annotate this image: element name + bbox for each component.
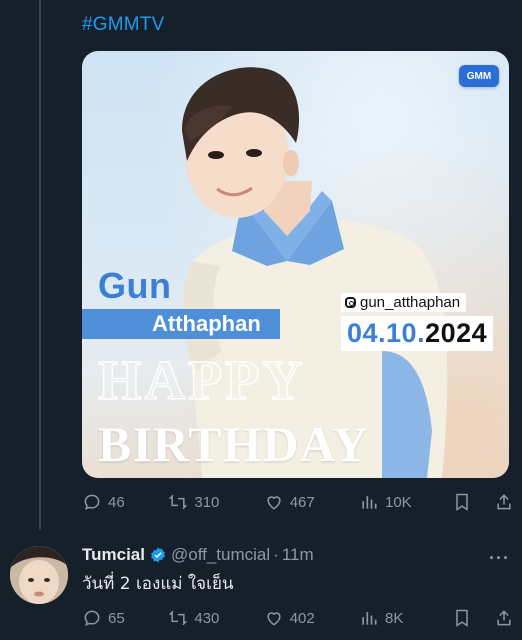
retweet-icon xyxy=(169,610,188,626)
instagram-icon xyxy=(345,297,356,308)
retweet-icon xyxy=(169,494,188,510)
retweet-count: 310 xyxy=(194,493,220,511)
image-date-day-month: 04.10. xyxy=(347,318,426,348)
share-button[interactable] xyxy=(494,492,514,512)
bookmark-button[interactable] xyxy=(452,492,494,512)
image-first-name: Gun xyxy=(98,265,172,306)
reply-timestamp[interactable]: 11m xyxy=(282,545,314,565)
reply-text: วันที่ 2 เองแม่ ใจเย็น xyxy=(82,574,234,594)
reply-views-button[interactable]: 8K xyxy=(359,608,452,628)
bookmark-icon xyxy=(456,609,469,627)
tweet-action-bar: 46 310 467 10K xyxy=(82,490,514,514)
reply-views-count: 8K xyxy=(385,609,404,627)
image-instagram-tag: gun_atthaphan xyxy=(341,293,467,312)
brand-logo: GMM xyxy=(459,65,499,87)
tweet-image[interactable]: GMM Gun Atthaphan gun_atthaphan 04.10.20… xyxy=(82,51,509,478)
reply-bookmark-button[interactable] xyxy=(452,608,494,628)
reply-author-handle[interactable]: @off_tumcial xyxy=(171,545,270,565)
reply-icon xyxy=(84,610,100,626)
views-icon xyxy=(362,612,377,625)
more-icon[interactable]: ··· xyxy=(489,548,510,569)
reply-action-bar: 65 430 402 8K xyxy=(82,606,514,630)
reply-like-count: 402 xyxy=(289,609,315,627)
heart-icon xyxy=(267,612,281,626)
reply-separator: · xyxy=(273,545,279,564)
views-button[interactable]: 10K xyxy=(359,492,452,512)
reply-reply-button[interactable]: 65 xyxy=(82,608,168,628)
image-last-name: Atthaphan xyxy=(152,311,261,336)
share-icon xyxy=(497,494,511,510)
like-count: 467 xyxy=(289,493,315,511)
image-date: 04.10.2024 xyxy=(341,316,494,351)
share-icon xyxy=(497,610,511,626)
reply-button[interactable]: 46 xyxy=(82,492,168,512)
reply-header: Tumcial @off_tumcial · 11m xyxy=(82,544,507,566)
reply-like-button[interactable]: 402 xyxy=(264,608,359,628)
reply-retweet-count: 430 xyxy=(194,609,220,627)
reply-retweet-button[interactable]: 430 xyxy=(168,608,263,628)
thread-line xyxy=(39,0,41,530)
image-date-year: 2024 xyxy=(425,318,488,348)
verified-badge-icon xyxy=(151,547,165,563)
instagram-handle: gun_atthaphan xyxy=(360,294,461,311)
image-last-name-banner: Atthaphan xyxy=(82,309,280,339)
image-birthday-text: BIRTHDAY xyxy=(98,416,370,472)
reply-author-name[interactable]: Tumcial xyxy=(82,545,145,565)
hashtag-link[interactable]: #GMMTV xyxy=(82,14,164,36)
heart-icon xyxy=(267,496,281,510)
avatar[interactable] xyxy=(10,546,68,604)
views-count: 10K xyxy=(385,493,412,511)
reply-reply-count: 65 xyxy=(108,609,125,627)
reply-share-button[interactable] xyxy=(494,608,514,628)
retweet-button[interactable]: 310 xyxy=(168,492,263,512)
avatar-photo xyxy=(10,546,68,604)
image-happy-text: HAPPY xyxy=(97,349,306,413)
like-button[interactable]: 467 xyxy=(264,492,359,512)
bookmark-icon xyxy=(456,493,469,511)
reply-icon xyxy=(84,494,100,510)
views-icon xyxy=(362,496,377,509)
reply-count: 46 xyxy=(108,493,125,511)
